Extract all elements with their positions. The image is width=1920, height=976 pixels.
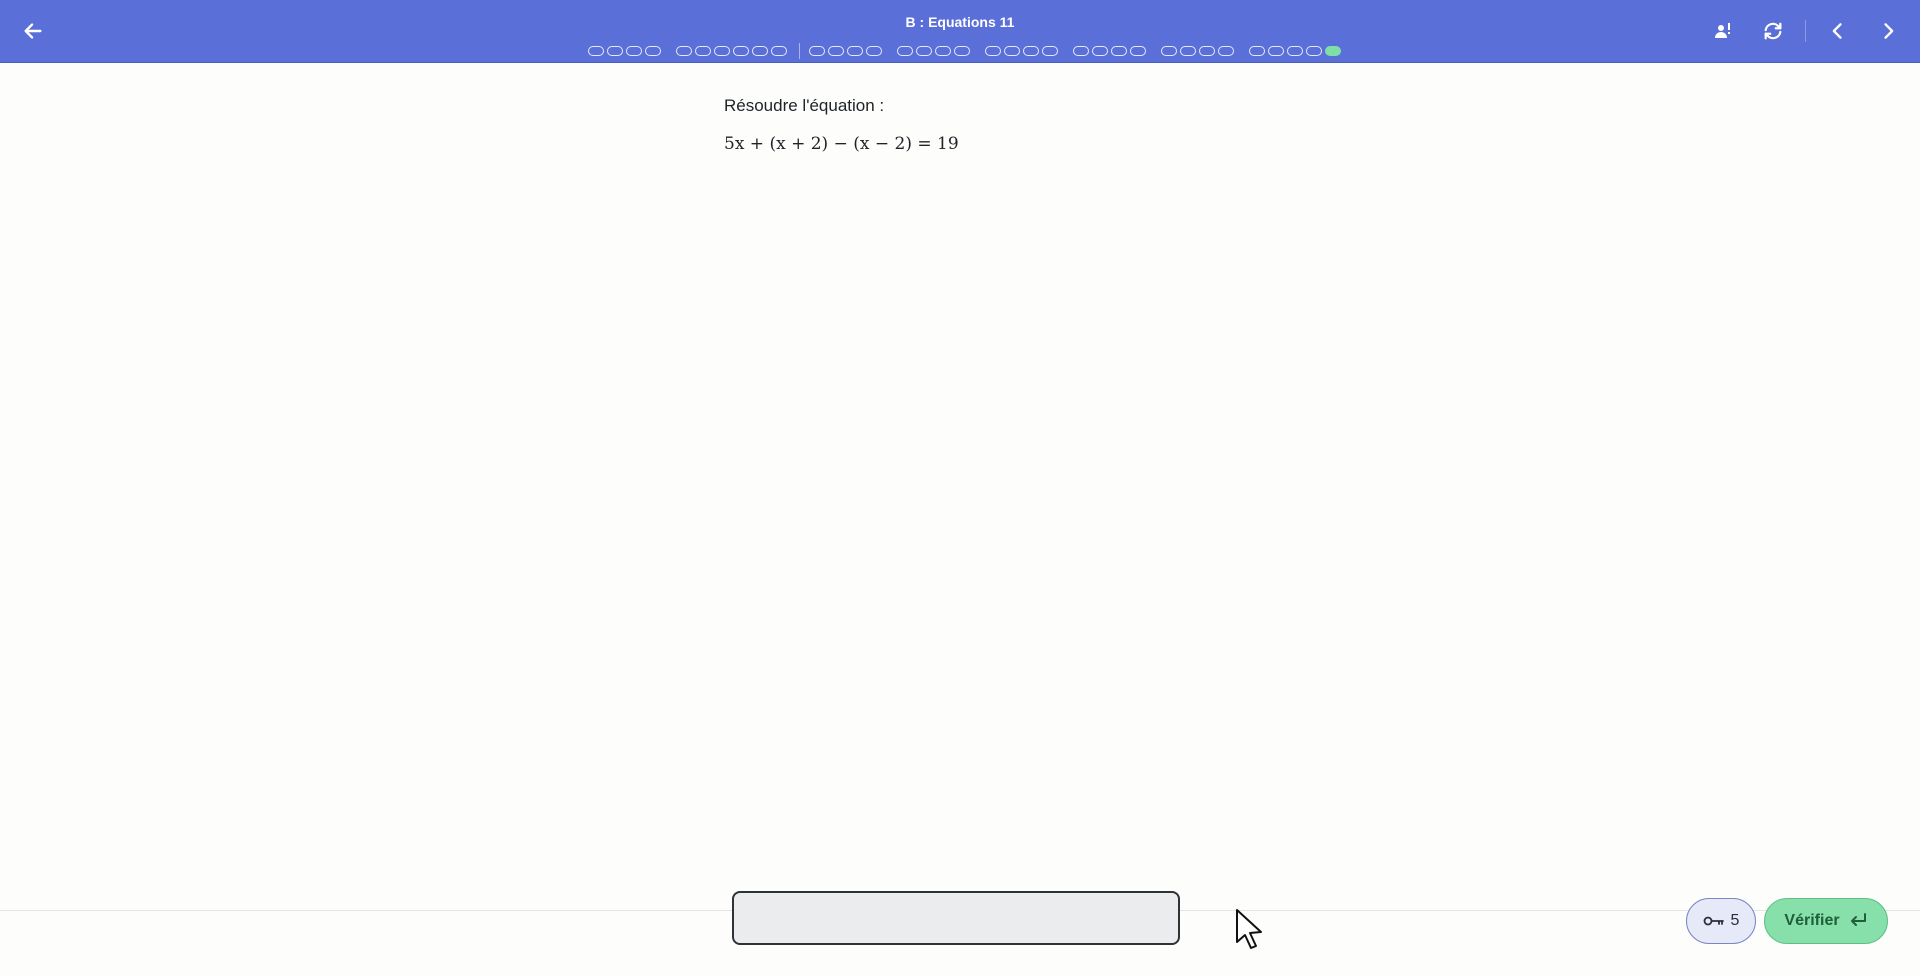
progress-group	[809, 46, 885, 56]
progress-dot-current[interactable]	[1325, 46, 1341, 56]
exercise-content: Résoudre l'équation : 5x + (x + 2) − (x …	[724, 96, 1424, 154]
progress-dot[interactable]	[1004, 46, 1020, 56]
progress-dot[interactable]	[1042, 46, 1058, 56]
progress-group	[588, 46, 664, 56]
progress-dot[interactable]	[935, 46, 951, 56]
progress-dot[interactable]	[695, 46, 711, 56]
progress-dot[interactable]	[1287, 46, 1303, 56]
next-button[interactable]	[1873, 16, 1903, 46]
progress-dot[interactable]	[809, 46, 825, 56]
refresh-button[interactable]	[1758, 16, 1788, 46]
refresh-icon	[1764, 22, 1782, 40]
progress-dot[interactable]	[1199, 46, 1215, 56]
verify-label: Vérifier	[1784, 912, 1840, 929]
progress-group	[985, 46, 1061, 56]
progress-dot[interactable]	[1218, 46, 1234, 56]
student-alert-button[interactable]	[1708, 16, 1738, 46]
progress-dot[interactable]	[954, 46, 970, 56]
progress-dot[interactable]	[1268, 46, 1284, 56]
progress-group	[1161, 46, 1237, 56]
exercise-progress	[588, 43, 1356, 59]
progress-dot[interactable]	[752, 46, 768, 56]
exercise-instruction: Résoudre l'équation :	[724, 96, 885, 115]
progress-dot[interactable]	[588, 46, 604, 56]
key-icon	[1703, 916, 1724, 926]
progress-dot[interactable]	[1249, 46, 1265, 56]
hint-count: 5	[1730, 912, 1740, 929]
progress-dot[interactable]	[1130, 46, 1146, 56]
mouse-cursor-icon	[1236, 909, 1262, 949]
progress-dot[interactable]	[1092, 46, 1108, 56]
verify-button[interactable]: Vérifier	[1764, 898, 1888, 944]
progress-dot[interactable]	[1306, 46, 1322, 56]
progress-dot[interactable]	[645, 46, 661, 56]
progress-dot[interactable]	[847, 46, 863, 56]
chevron-left-icon	[1832, 23, 1842, 39]
progress-dot[interactable]	[897, 46, 913, 56]
progress-group	[1073, 46, 1149, 56]
progress-dot[interactable]	[985, 46, 1001, 56]
progress-dot[interactable]	[607, 46, 623, 56]
top-bar: B : Equations 11	[0, 0, 1920, 63]
exercise-equation: 5x + (x + 2) − (x − 2) = 19	[724, 134, 959, 154]
progress-group	[676, 46, 790, 56]
progress-dot[interactable]	[626, 46, 642, 56]
toolbar-divider	[1805, 20, 1806, 42]
progress-dot[interactable]	[676, 46, 692, 56]
progress-dot[interactable]	[1111, 46, 1127, 56]
progress-group	[897, 46, 973, 56]
progress-divider	[799, 43, 800, 59]
chevron-right-icon	[1884, 23, 1894, 39]
student-alert-icon	[1715, 23, 1730, 38]
previous-button[interactable]	[1823, 16, 1853, 46]
progress-dot[interactable]	[1073, 46, 1089, 56]
progress-dot[interactable]	[1180, 46, 1196, 56]
enter-icon	[1850, 913, 1866, 926]
progress-dot[interactable]	[828, 46, 844, 56]
hint-button[interactable]: 5	[1686, 898, 1756, 944]
page-title: B : Equations 11	[905, 14, 1015, 30]
answer-input[interactable]	[732, 891, 1180, 945]
progress-dot[interactable]	[916, 46, 932, 56]
progress-dot[interactable]	[1023, 46, 1039, 56]
progress-dot[interactable]	[771, 46, 787, 56]
progress-dot[interactable]	[1161, 46, 1177, 56]
progress-dot[interactable]	[733, 46, 749, 56]
progress-group	[1249, 46, 1344, 56]
progress-dot[interactable]	[866, 46, 882, 56]
progress-dot[interactable]	[714, 46, 730, 56]
